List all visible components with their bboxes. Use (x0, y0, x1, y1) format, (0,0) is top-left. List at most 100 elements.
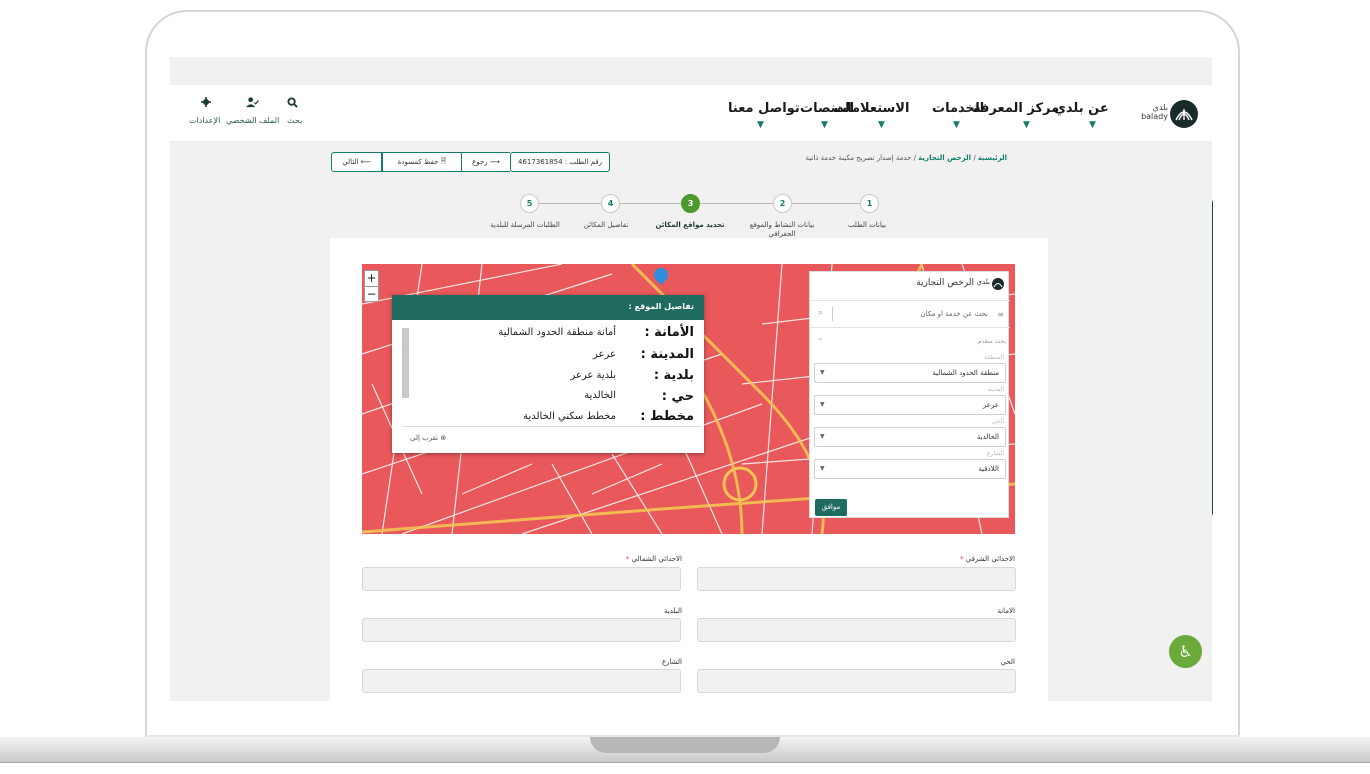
logo-latin: balady (1141, 112, 1168, 121)
popup-amana-label: الأمانة : (644, 325, 694, 340)
nav-contact[interactable]: تواصل معنا (728, 101, 800, 116)
baladia-field[interactable] (362, 618, 681, 642)
accessibility-button[interactable]: ♿ (1169, 635, 1202, 668)
advanced-label: بحث متقدم (977, 338, 1006, 345)
step-3[interactable]: 3 (681, 194, 700, 213)
popup-plan-value: مخطط سكني الخالدية (523, 411, 616, 422)
back-label: رجوع (472, 158, 488, 166)
location-details-popup: تفاصيل الموقع : الأمانة : أمانة منطقة ال… (392, 295, 704, 453)
north-coordinate-label: الاحداثي الشمالي * (625, 555, 682, 563)
popup-baladia-label: بلدية : (653, 368, 694, 383)
zoom-to-label: تقرب إلى (410, 434, 439, 442)
step-3-label: تحديد مواقع المكائن (655, 221, 725, 229)
next-button[interactable]: التالي ⟵ (331, 152, 382, 172)
arrow-right-icon: ⟶ (489, 158, 500, 166)
street-label: الشارع (986, 450, 1004, 457)
zoom-in-button[interactable]: + (365, 271, 378, 286)
gear-icon[interactable] (201, 97, 211, 110)
advanced-search-toggle[interactable]: بحث متقدم ^ (814, 338, 1006, 350)
nav-services[interactable]: الخدمات (932, 101, 984, 116)
district-field[interactable] (697, 669, 1016, 693)
popup-city-value: عرعر (593, 349, 616, 360)
breadcrumb-separator: / (973, 154, 976, 162)
breadcrumb-current: خدمة إصدار تصريح مكينة خدمة ذاتية (805, 154, 912, 162)
zoom-out-button[interactable]: − (365, 286, 378, 302)
north-coordinate-field[interactable] (362, 567, 681, 591)
chevron-down-icon: ▼ (878, 120, 885, 130)
district-select[interactable]: الخالدية ▼ (814, 427, 1006, 447)
save-draft-button[interactable]: حفظ كمسودة 🗎 (382, 152, 462, 172)
district-field-label: الحي (1000, 658, 1015, 666)
breadcrumb: الرئيسية / الرخص التجارية / خدمة إصدار ت… (806, 154, 1007, 162)
step-5[interactable]: 5 (520, 194, 539, 213)
search-placeholder: بحث عن خدمة او مكان (920, 310, 988, 318)
search-label[interactable]: بحث (287, 116, 302, 125)
logo-emblem-icon (1170, 100, 1198, 128)
baladia-label: البلدية (664, 607, 682, 615)
step-1[interactable]: 1 (860, 194, 879, 213)
back-button[interactable]: رجوع ⟶ (462, 152, 510, 172)
logo-wordmark: بلدي balady (1138, 103, 1168, 121)
popup-baladia-value: بلدية عرعر (570, 370, 616, 381)
street-field[interactable] (362, 669, 681, 693)
document-icon: 🗎 (440, 156, 447, 165)
amana-label: الامانة (997, 607, 1015, 615)
region-select[interactable]: منطقة الحدود الشمالية ▼ (814, 363, 1006, 383)
map-zoom-control: + − (364, 270, 379, 302)
user-icon[interactable] (246, 97, 259, 111)
caret-down-icon: ▼ (820, 369, 825, 376)
street-select[interactable]: اللاذقية ▼ (814, 459, 1006, 479)
step-2[interactable]: 2 (773, 194, 792, 213)
ok-button[interactable]: موافق (815, 499, 847, 516)
nav-about[interactable]: عن بلدي (1054, 101, 1109, 116)
popup-district-value: الخالدية (584, 390, 616, 401)
amana-field[interactable] (697, 618, 1016, 642)
city-select[interactable]: عرعر ▼ (814, 395, 1006, 415)
chevron-down-icon: ▼ (757, 120, 764, 130)
popup-title: تفاصيل الموقع : (392, 295, 704, 320)
popup-plan-label: مخطط : (640, 409, 694, 424)
caret-down-icon: ▼ (820, 433, 825, 440)
settings-label[interactable]: الإعدادات (189, 116, 220, 125)
search-divider (832, 307, 833, 321)
nav-platforms[interactable]: المنصات (800, 101, 854, 116)
search-input[interactable]: ≡ بحث عن خدمة او مكان ⌕ (810, 300, 1010, 328)
region-label: المنطقة (984, 354, 1004, 361)
profile-label[interactable]: الملف الشخصي (226, 116, 279, 125)
panel-title: الرخص التجارية (916, 278, 974, 288)
east-coordinate-label: الاحداثي الشرقي * (960, 555, 1015, 563)
chevron-down-icon: ▼ (821, 120, 828, 130)
request-number: رقم الطلب : 4617361854 (518, 158, 602, 166)
browser-screen: بلدي balady عن بلدي ▼ مركز المعرفة ▼ الخ… (170, 57, 1212, 701)
balady-logo[interactable]: بلدي balady (1138, 97, 1200, 131)
nav-knowledge[interactable]: مركز المعرفة (973, 101, 1059, 116)
zoom-in-icon: ⊕ (440, 434, 447, 442)
logo-arabic: بلدي (1152, 103, 1168, 112)
map-view[interactable]: + − تفاصيل الموقع : الأمانة : أمانة منطق… (362, 264, 1015, 534)
panel-logo: بلدي (976, 276, 1004, 292)
caret-down-icon: ▼ (820, 465, 825, 472)
breadcrumb-home[interactable]: الرئيسية (978, 154, 1007, 162)
search-icon[interactable]: ⌕ (818, 308, 823, 318)
street-field-label: الشارع (661, 658, 682, 666)
site-header: بلدي balady عن بلدي ▼ مركز المعرفة ▼ الخ… (170, 85, 1212, 142)
menu-icon[interactable]: ≡ (997, 310, 1004, 319)
search-icon[interactable] (287, 97, 298, 111)
breadcrumb-section[interactable]: الرخص التجارية (918, 154, 971, 162)
search-panel: بلدي الرخص التجارية ≡ بحث عن خدمة او مكا… (809, 271, 1010, 518)
step-4-label: تفاصيل المكائن (583, 221, 629, 229)
chevron-down-icon: ▼ (953, 120, 960, 130)
chevron-up-icon: ^ (818, 338, 824, 345)
popup-scrollbar[interactable] (402, 328, 409, 398)
save-draft-label: حفظ كمسودة (397, 158, 439, 166)
panel-logo-text: بلدي (976, 278, 990, 286)
caret-down-icon: ▼ (820, 401, 825, 408)
step-5-label: الطلبات المرسلة للبلدية (490, 221, 560, 229)
zoom-to-link[interactable]: تقرب إلى ⊕ (410, 434, 446, 442)
popup-amana-value: أمانة منطقة الحدود الشمالية (498, 327, 616, 338)
logo-emblem-icon (992, 278, 1004, 290)
accessibility-icon: ♿ (1178, 642, 1193, 661)
east-coordinate-field[interactable] (697, 567, 1016, 591)
step-4[interactable]: 4 (601, 194, 620, 213)
district-label: الحي (991, 418, 1004, 425)
